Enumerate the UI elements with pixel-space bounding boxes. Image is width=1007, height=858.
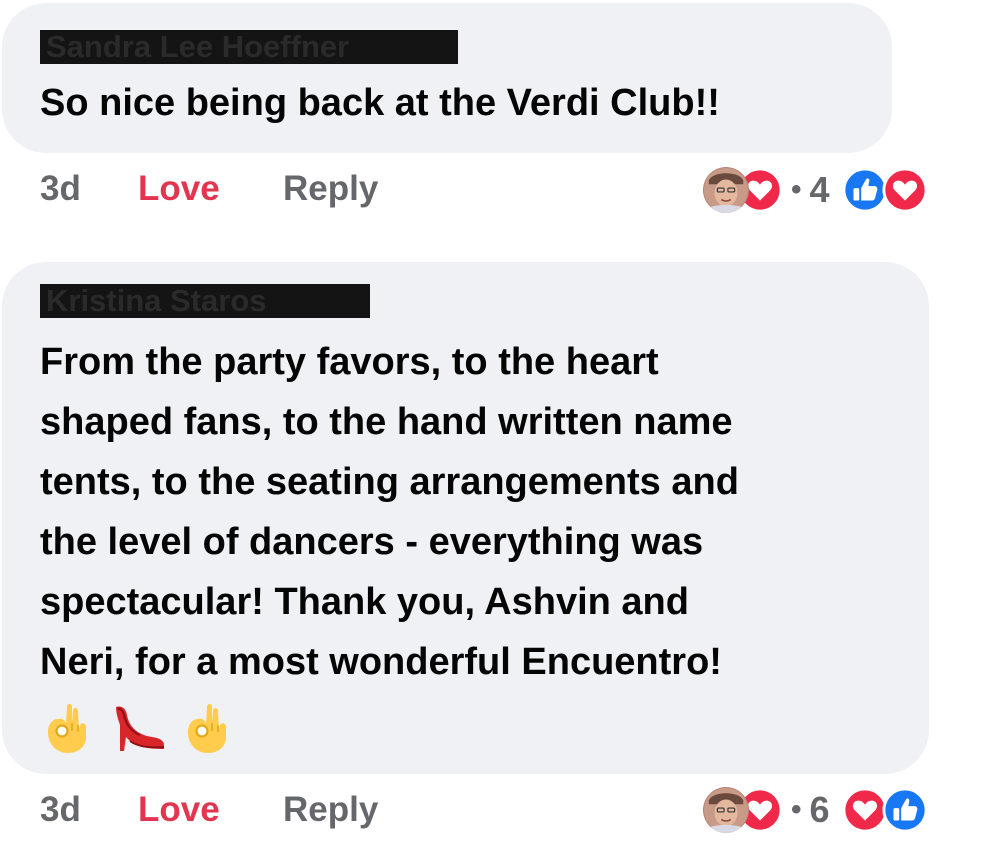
reply-button[interactable]: Reply	[283, 790, 378, 830]
replies-summary[interactable]: • 4	[703, 164, 928, 216]
separator-dot: •	[791, 173, 802, 206]
comment-text-line: tents, to the seating arrangements and	[40, 461, 739, 503]
comment-bubble: Kristina Staros From the party favors, t…	[2, 262, 929, 774]
emoji-row	[42, 699, 234, 759]
comment-text-line: Neri, for a most wonderful Encuentro!	[40, 641, 722, 683]
replies-summary[interactable]: • 6	[703, 784, 928, 836]
replier-avatar	[703, 787, 749, 833]
comment-bubble: Sandra Lee Hoeffner So nice being back a…	[2, 3, 892, 153]
love-icon	[882, 167, 928, 213]
comment-author-redacted[interactable]: Kristina Staros	[40, 284, 370, 318]
like-icon	[882, 787, 928, 833]
high-heel-emoji	[108, 701, 168, 757]
love-button[interactable]: Love	[138, 169, 283, 209]
comment-text-line: shaped fans, to the hand written name	[40, 401, 733, 443]
comment-actions: 3d Love Reply	[40, 164, 378, 214]
comment-text-line: spectacular! Thank you, Ashvin and	[40, 581, 689, 623]
comment-actions: 3d Love Reply	[40, 785, 378, 835]
ok-hand-emoji	[182, 701, 234, 757]
replier-avatar	[703, 167, 749, 213]
reaction-count: 4	[809, 169, 830, 210]
reaction-count: 6	[809, 789, 830, 830]
comment-text-line: So nice being back at the Verdi Club!!	[40, 82, 720, 124]
comment-text: From the party favors, to the heart shap…	[40, 332, 739, 692]
comment-timestamp[interactable]: 3d	[40, 169, 138, 209]
separator-dot: •	[791, 793, 802, 826]
ok-hand-emoji	[42, 701, 94, 757]
comment-timestamp[interactable]: 3d	[40, 790, 138, 830]
reply-button[interactable]: Reply	[283, 169, 378, 209]
comment-text-line: From the party favors, to the heart	[40, 341, 659, 383]
comment-text-line: the level of dancers - everything was	[40, 521, 704, 563]
comment-author-redacted[interactable]: Sandra Lee Hoeffner	[40, 30, 458, 64]
comment-text: So nice being back at the Verdi Club!!	[40, 73, 720, 133]
love-button[interactable]: Love	[138, 790, 283, 830]
